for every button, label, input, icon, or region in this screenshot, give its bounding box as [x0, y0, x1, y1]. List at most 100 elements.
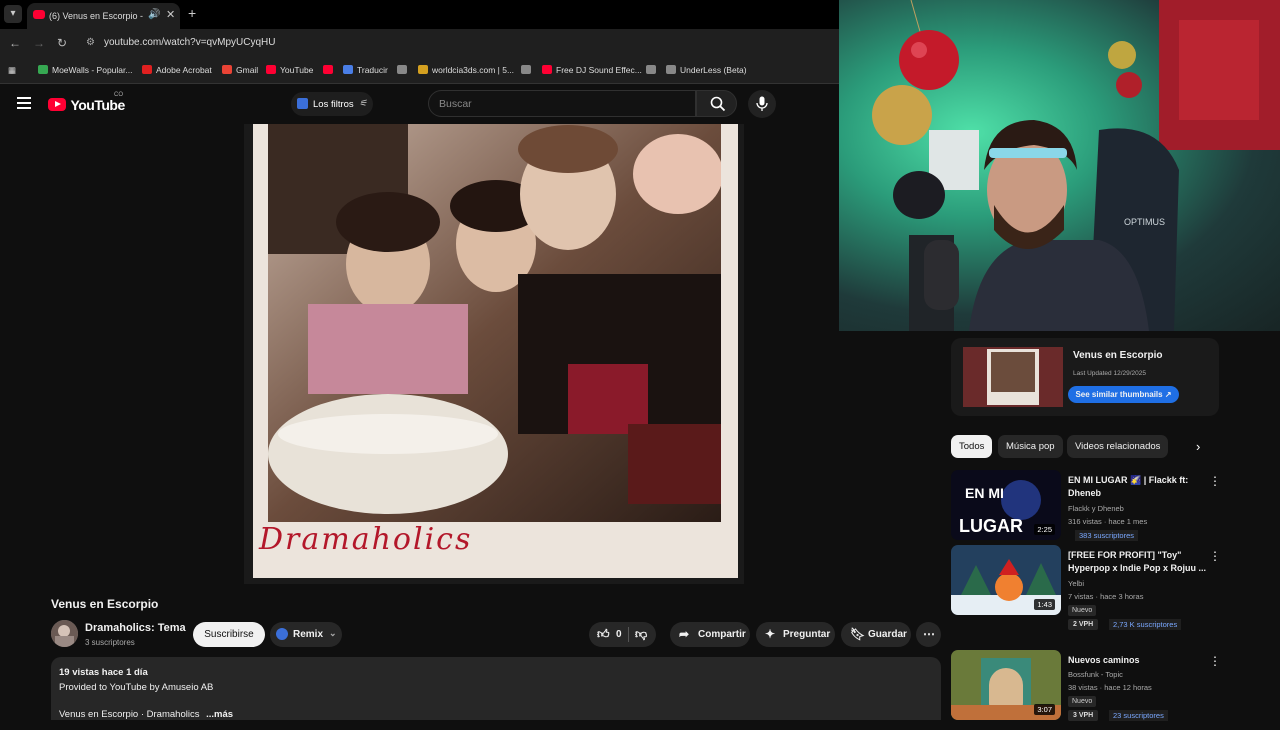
bookmark-favicon-icon	[397, 65, 407, 74]
chevron-right-icon[interactable]: ›	[1196, 439, 1200, 454]
bookmark-item[interactable]: Gmail	[222, 65, 258, 75]
more-horizontal-icon: ⋯	[923, 627, 935, 641]
bookmark-favicon-icon	[343, 65, 353, 74]
recommendation-channel[interactable]: Yelbi	[1068, 579, 1084, 588]
bookmark-item[interactable]: Adobe Acrobat	[142, 65, 212, 75]
audio-playing-icon[interactable]: 🔊	[148, 9, 160, 20]
filter-chip[interactable]: Música pop	[998, 435, 1063, 458]
recommendation-thumbnail[interactable]: 1:43	[951, 545, 1061, 615]
share-label: Compartir	[698, 629, 746, 640]
streamer-webcam-image: OPTIMUS	[872, 0, 1280, 331]
thumbnail-promo-card: Venus en Escorpio Last Updated 12/29/202…	[951, 338, 1219, 416]
channel-name[interactable]: Dramaholics: Tema	[85, 622, 186, 634]
recommendation-thumbnail[interactable]: 3:07	[951, 650, 1061, 720]
subscribe-button[interactable]: Suscribirse	[193, 622, 265, 647]
description-box[interactable]: 19 vistas hace 1 día Provided to YouTube…	[51, 657, 941, 720]
recommendation-thumbnail[interactable]: EN MI LUGAR 2:25	[951, 470, 1061, 540]
recommendation-channel[interactable]: Flackk y Dheneb	[1068, 504, 1124, 513]
bookmark-item[interactable]	[646, 65, 660, 75]
sparkle-icon: ✦	[765, 627, 776, 641]
recommendation-title[interactable]: [FREE FOR PROFIT] "Toy" Hyperpop x Indie…	[1068, 549, 1206, 575]
apps-grid-icon[interactable]: ▦	[8, 65, 16, 76]
recommendation-meta: 7 vistas · hace 3 horas	[1068, 592, 1144, 601]
tab-list-button[interactable]: ▾	[4, 5, 22, 23]
see-similar-thumbnails-button[interactable]: See similar thumbnails ↗	[1068, 386, 1179, 403]
share-button[interactable]: ➦ Compartir	[670, 622, 750, 647]
more-vertical-icon[interactable]: ⋮	[1209, 549, 1221, 563]
bookmark-item[interactable]: Traducir	[343, 65, 388, 75]
bookmark-item[interactable]: MoeWalls - Popular...	[38, 65, 132, 75]
search-button[interactable]	[696, 90, 737, 117]
youtube-logo[interactable]: YouTube CO	[48, 92, 125, 114]
recommendation-item[interactable]: 1:43 [FREE FOR PROFIT] "Toy" Hyperpop x I…	[951, 545, 1221, 630]
share-icon: ➦	[679, 627, 690, 641]
promo-thumbnail[interactable]	[963, 347, 1063, 407]
reload-icon[interactable]: ↻	[57, 36, 67, 50]
youtube-favicon-icon	[33, 10, 45, 19]
browser-tab[interactable]: (6) Venus en Escorpio - You 🔊 ✕	[27, 3, 180, 29]
bookmark-item[interactable]: Free DJ Sound Effec...	[542, 65, 642, 75]
save-label: Guardar	[868, 629, 907, 640]
subscriber-badge: 23 suscriptores	[1109, 710, 1168, 721]
bookmark-label: UnderLess (Beta)	[680, 65, 747, 75]
like-icon[interactable]: 👍︎	[597, 627, 610, 642]
bookmark-label: Gmail	[236, 65, 259, 75]
remix-label: Remix	[293, 629, 324, 640]
filter-chip[interactable]: Videos relacionados	[1067, 435, 1169, 458]
promo-updated: Last Updated 12/29/2025	[1073, 370, 1147, 377]
description-line-2: Venus en Escorpio · Dramaholics	[59, 709, 200, 720]
country-code: CO	[114, 92, 123, 98]
url-box[interactable]: ⚙ youtube.com/watch?v=qvMpyUCyqHU	[80, 32, 840, 55]
duration-badge: 3:07	[1034, 704, 1055, 715]
bookmark-favicon-icon	[266, 65, 276, 74]
more-actions-button[interactable]: ⋯	[916, 622, 941, 647]
video-still-image	[268, 124, 721, 522]
hamburger-menu-icon[interactable]	[17, 97, 31, 112]
bookmark-label: YouTube	[280, 65, 314, 75]
bookmark-favicon-icon	[418, 65, 428, 74]
bookmark-item[interactable]	[397, 65, 411, 75]
new-badge: Nuevo	[1068, 605, 1097, 616]
recommendation-item[interactable]: 3:07 Nuevos caminos Bossfunk - Topic 38 vis…	[951, 650, 1221, 730]
bookmark-item[interactable]: UnderLess (Beta)	[666, 65, 747, 75]
show-more-link[interactable]: ...más	[206, 709, 233, 720]
bookmark-item[interactable]	[521, 65, 535, 75]
new-tab-button[interactable]: +	[188, 5, 196, 21]
recommendation-title[interactable]: EN MI LUGAR 🌠 | Flackk ft: Dheneb	[1068, 474, 1206, 500]
like-dislike-group: 👍︎ 0 👎︎	[589, 622, 656, 647]
back-arrow-icon[interactable]: ←	[9, 36, 21, 50]
close-tab-icon[interactable]: ✕	[166, 8, 175, 21]
bookmark-favicon-icon	[521, 65, 531, 74]
like-count[interactable]: 0	[616, 629, 622, 640]
view-stats: 19 vistas hace 1 día	[59, 667, 148, 678]
bookmark-item[interactable]: YouTube	[266, 65, 313, 75]
voice-search-button[interactable]	[748, 90, 776, 118]
url-text: youtube.com/watch?v=qvMpyUCyqHU	[104, 37, 276, 48]
bookmark-item[interactable]: worldcia3ds.com | 5...	[418, 65, 514, 75]
video-player[interactable]: Dramaholics	[244, 124, 744, 584]
dislike-icon[interactable]: 👎︎	[635, 627, 647, 642]
save-button[interactable]: 🔖︎ Guardar	[841, 622, 911, 647]
forward-arrow-icon[interactable]: →	[33, 36, 45, 50]
bookmark-label: Free DJ Sound Effec...	[556, 65, 642, 75]
filters-button[interactable]: Los filtros ⚟	[291, 92, 373, 116]
more-vertical-icon[interactable]: ⋮	[1209, 474, 1221, 488]
dramaholics-signature-logo: Dramaholics	[259, 522, 473, 557]
channel-avatar[interactable]	[51, 620, 78, 647]
ask-button[interactable]: ✦ Preguntar	[756, 622, 835, 647]
bookmark-label: Traducir	[357, 65, 388, 75]
recommendation-channel[interactable]: Bossfunk - Topic	[1068, 670, 1123, 679]
filter-chip[interactable]: Todos	[951, 435, 993, 458]
recommendation-item[interactable]: EN MI LUGAR 2:25 EN MI LUGAR 🌠 | Flackk ft:…	[951, 470, 1221, 550]
thumb-text-line-1: EN MI	[965, 485, 1004, 501]
video-title: Venus en Escorpio	[51, 597, 159, 611]
remix-button[interactable]: Remix ⌄	[270, 622, 342, 647]
search-input[interactable]: Buscar	[428, 90, 696, 117]
recommendation-title[interactable]: Nuevos caminos	[1068, 654, 1206, 667]
bookmark-label: worldcia3ds.com | 5...	[432, 65, 515, 75]
webcam-overlay: OPTIMUS	[839, 0, 1280, 331]
bookmark-item[interactable]	[323, 65, 337, 75]
site-info-icon[interactable]: ⚙	[86, 37, 95, 48]
remix-icon	[276, 628, 288, 640]
more-vertical-icon[interactable]: ⋮	[1209, 654, 1221, 668]
